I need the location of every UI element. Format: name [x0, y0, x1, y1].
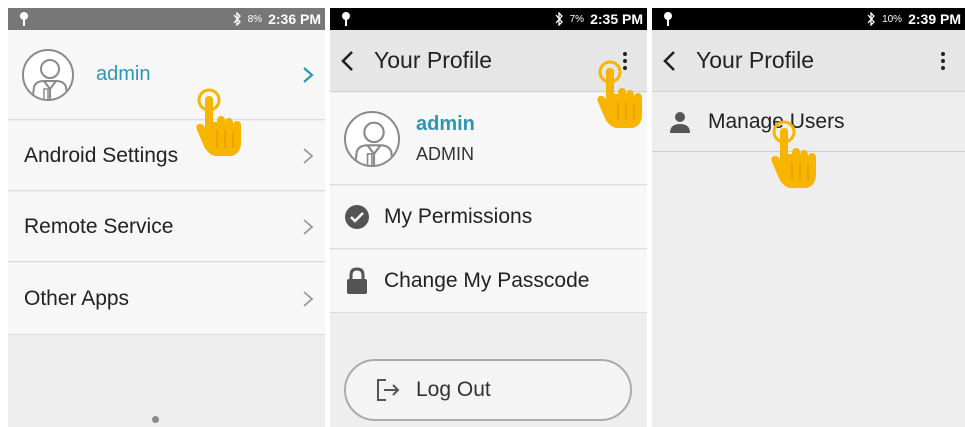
tap-hand-icon [769, 120, 818, 190]
tap-hand-icon [595, 60, 644, 130]
battery-level: 7% [569, 13, 585, 25]
status-time: 2:35 PM [590, 11, 643, 27]
location-pin-icon [664, 12, 672, 26]
page-title: Your Profile [374, 47, 493, 73]
lock-icon [347, 267, 367, 294]
bluetooth-icon [555, 12, 563, 26]
tap-hand-icon [194, 88, 243, 158]
logout-icon [377, 379, 400, 401]
toolbar: Your Profile [652, 30, 965, 92]
menu-item-other-apps[interactable]: Other Apps [8, 263, 325, 335]
logout-button[interactable]: Log Out [344, 359, 632, 421]
back-arrow-icon[interactable] [660, 49, 680, 73]
battery-level: 10% [882, 13, 903, 25]
chevron-right-icon [303, 290, 314, 307]
menu-item-label: Android Settings [24, 143, 179, 167]
my-permissions-item[interactable]: My Permissions [330, 186, 647, 249]
profile-menu-screen: 10% 2:39 PM Your Profile Manage Users [652, 8, 965, 427]
avatar [344, 110, 400, 167]
logout-label: Log Out [416, 378, 491, 401]
avatar [22, 48, 74, 101]
menu-item-label: Other Apps [24, 286, 130, 310]
bluetooth-icon [233, 12, 241, 26]
status-time: 2:36 PM [268, 11, 321, 27]
page-title: Your Profile [696, 47, 815, 73]
menu-item-label: Remote Service [24, 214, 174, 238]
battery-level: 8% [247, 13, 263, 25]
location-pin-icon [342, 12, 350, 26]
chevron-right-icon [303, 66, 314, 83]
status-bar: 8% 2:36 PM [8, 8, 325, 30]
user-role: ADMIN [416, 143, 474, 164]
more-options-icon[interactable] [933, 49, 953, 73]
status-bar: 7% 2:35 PM [330, 8, 647, 30]
menu-item-android-settings[interactable]: Android Settings [8, 121, 325, 191]
check-circle-icon [345, 205, 369, 229]
status-bar: 10% 2:39 PM [652, 8, 965, 30]
location-pin-icon [20, 12, 28, 26]
person-icon [670, 111, 690, 133]
item-label: Change My Passcode [384, 269, 590, 292]
status-time: 2:39 PM [908, 11, 961, 27]
user-name: admin [416, 112, 475, 135]
user-name: admin [96, 63, 151, 85]
back-arrow-icon[interactable] [338, 49, 358, 73]
menu-item-remote-service[interactable]: Remote Service [8, 192, 325, 262]
item-label: My Permissions [384, 205, 533, 228]
profile-screen: 7% 2:35 PM Your Profile admin ADMIN My P… [330, 8, 647, 427]
main-menu-screen: 8% 2:36 PM admin Android Settings Remote… [8, 8, 325, 427]
page-indicator-dot [152, 416, 159, 423]
chevron-right-icon [303, 218, 314, 235]
change-passcode-item[interactable]: Change My Passcode [330, 250, 647, 313]
chevron-right-icon [303, 147, 314, 164]
bluetooth-icon [867, 12, 875, 26]
user-row[interactable]: admin [8, 30, 325, 120]
